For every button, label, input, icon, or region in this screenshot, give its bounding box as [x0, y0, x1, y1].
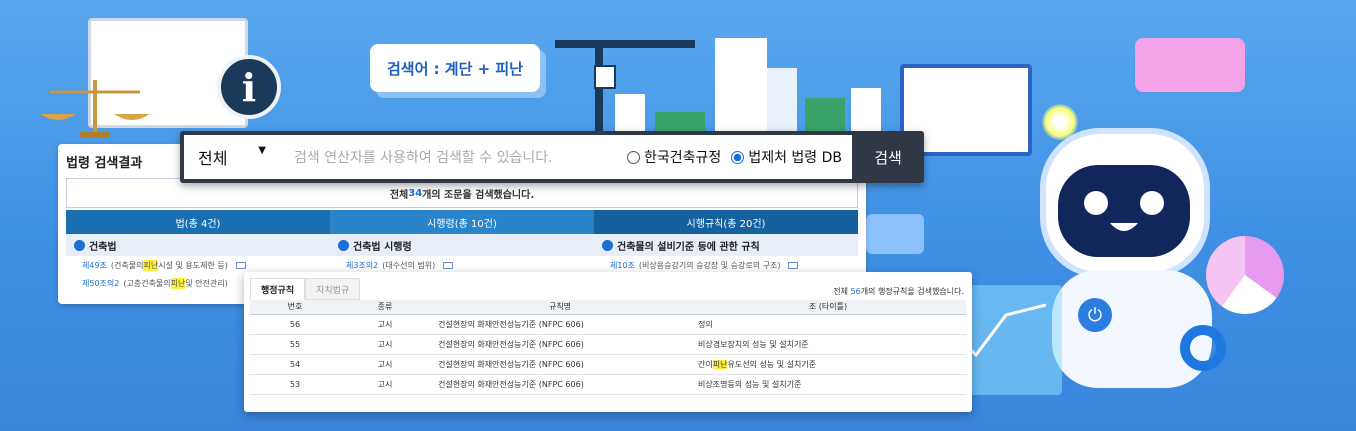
- chevron-down-icon: ▼: [258, 145, 266, 156]
- play-icon: [602, 239, 613, 251]
- header-name: 규칙명: [430, 300, 690, 315]
- column-header-decree[interactable]: 시행령(총 10건): [330, 210, 594, 234]
- table-row[interactable]: 53 고시 건설현장의 화재안전성능기준 (NFPC 606) 비상조명등의 성능 및…: [250, 374, 966, 395]
- rules-summary: 전체 56개의 행정규칙을 검색했습니다.: [833, 287, 964, 296]
- header-kind: 종류: [340, 300, 430, 315]
- radio-icon: [627, 150, 641, 164]
- document-icon[interactable]: [443, 261, 454, 269]
- header-no: 번호: [250, 300, 340, 315]
- scope-select[interactable]: 전체 ▼: [184, 145, 276, 169]
- tab-admin-rules[interactable]: 행정규칙: [250, 278, 306, 300]
- play-icon: [74, 239, 85, 251]
- column-sub-rule[interactable]: 건축물의 설비기준 등에 관한 규칙: [594, 234, 858, 256]
- tab-local-laws[interactable]: 자치법규: [305, 278, 361, 300]
- search-bar: 전체 ▼ 검색 연산자를 사용하여 검색할 수 있습니다. 한국건축규정 법제처 …: [180, 131, 924, 183]
- rules-table: 번호 종류 규칙명 조 (타이틀) 56 고시 건설현장의 화재안전성능기준 (NF…: [250, 300, 966, 395]
- header-article: 조 (타이틀): [690, 300, 966, 315]
- rules-tabs: 행정규칙 자치법규: [250, 278, 361, 300]
- table-row[interactable]: 54 고시 건설현장의 화재안전성능기준 (NFPC 606) 간이피난유도선의 성능…: [250, 354, 966, 375]
- column-sub-law[interactable]: 건축법: [66, 234, 330, 256]
- scale-of-justice-icon: [40, 80, 150, 138]
- ring-illustration: [1180, 325, 1226, 371]
- radio-korean-building-code[interactable]: 한국건축규정: [627, 147, 721, 167]
- panel-title: 법령 검색결과: [66, 156, 143, 171]
- pie-illustration: [1206, 236, 1284, 314]
- city-skyline-illustration: [555, 38, 881, 138]
- search-input[interactable]: 검색 연산자를 사용하여 검색할 수 있습니다.: [276, 147, 627, 167]
- info-icon: i: [217, 55, 281, 119]
- play-icon: [338, 239, 349, 251]
- table-row[interactable]: 56 고시 건설현장의 화재안전성능기준 (NFPC 606) 정의: [250, 314, 966, 335]
- column-header-law[interactable]: 법(총 4건): [66, 210, 330, 234]
- table-row[interactable]: 55 고시 건설현장의 화재안전성능기준 (NFPC 606) 비상경보장치의 성능 …: [250, 334, 966, 355]
- power-icon: ⏻: [1078, 298, 1112, 332]
- keyword-bubble: 검색어 : 계단 + 피난: [370, 44, 540, 92]
- radio-law-db[interactable]: 법제처 법령 DB: [731, 147, 842, 167]
- column-header-rule[interactable]: 시행규칙(총 20건): [594, 210, 858, 234]
- document-icon[interactable]: [788, 261, 799, 269]
- column-sub-decree[interactable]: 건축법 시행령: [330, 234, 594, 256]
- admin-rules-panel: 행정규칙 자치법규 전체 56개의 행정규칙을 검색했습니다. 번호 종류 규칙…: [244, 272, 972, 412]
- chat-bubble-illustration: [1135, 38, 1245, 92]
- search-box: 전체 ▼ 검색 연산자를 사용하여 검색할 수 있습니다. 한국건축규정 법제처 …: [184, 135, 852, 179]
- chat-bubble-illustration-small: [866, 214, 924, 254]
- radio-selected-icon: [731, 150, 745, 164]
- robot-face-illustration: [1058, 165, 1190, 257]
- search-button[interactable]: 검색: [856, 135, 920, 179]
- document-icon[interactable]: [235, 261, 246, 269]
